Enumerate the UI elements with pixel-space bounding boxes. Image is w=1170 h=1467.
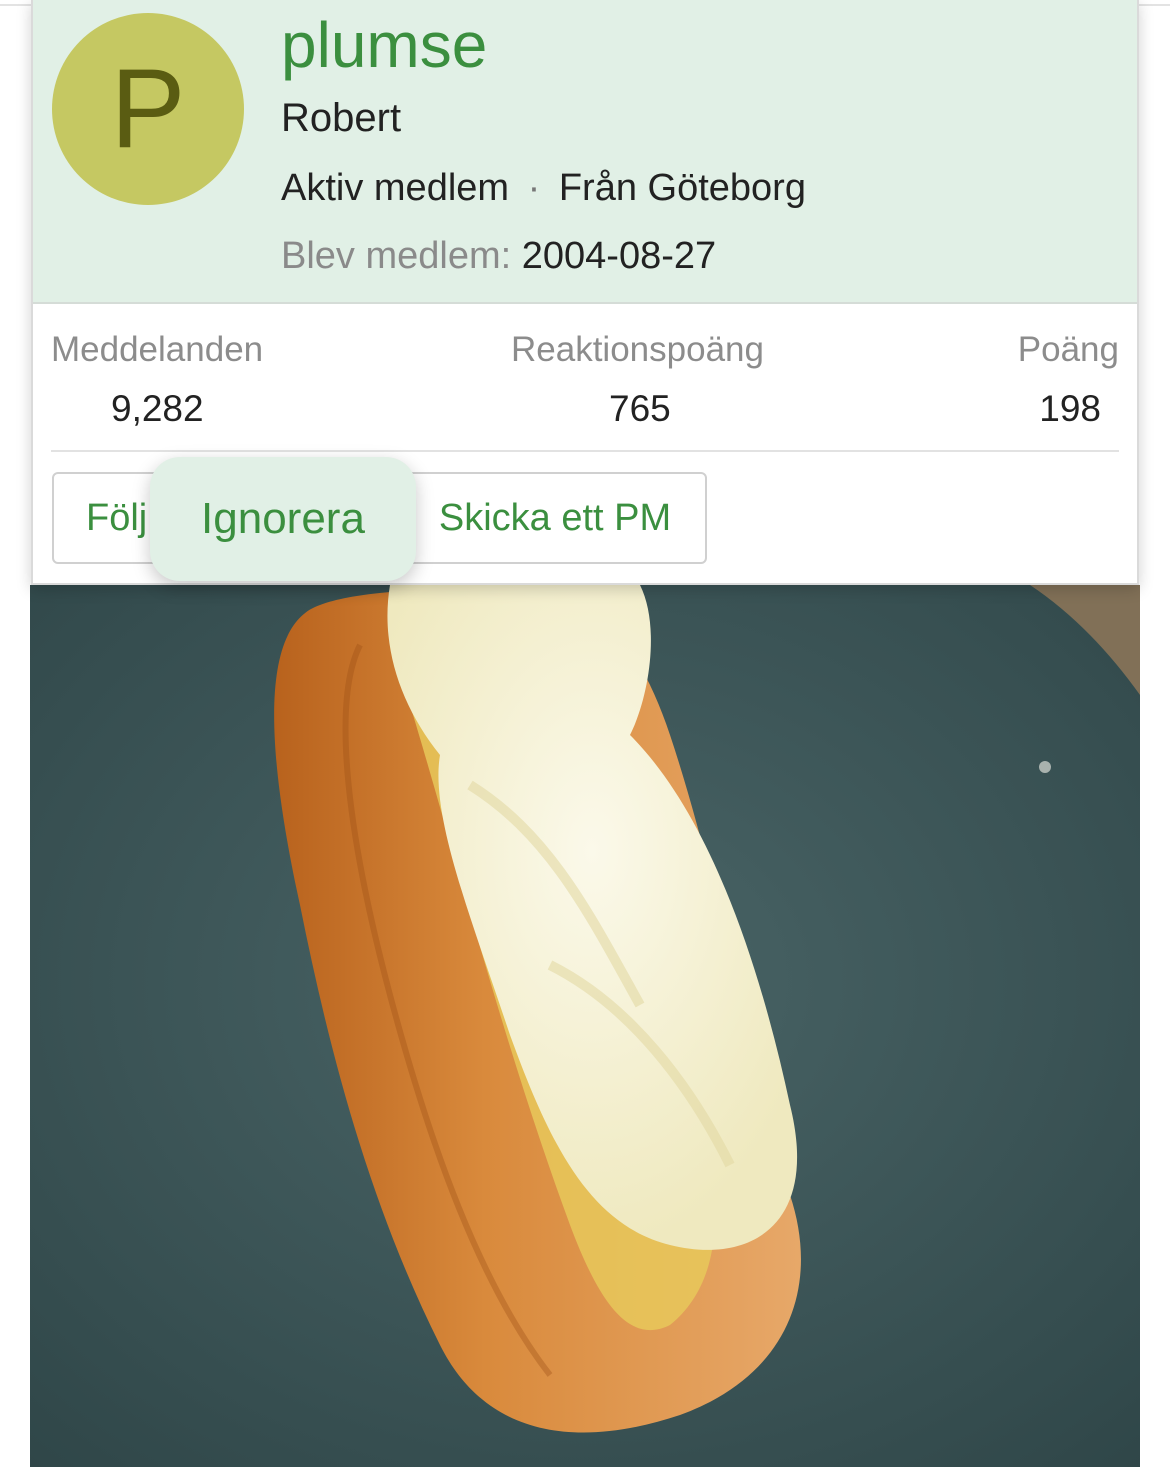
member-stats: Meddelanden 9,282 Reaktionspoäng 765 Poä… <box>51 330 1119 452</box>
separator: · <box>527 167 541 209</box>
stat-points: Poäng 198 <box>1018 330 1119 430</box>
member-card: P plumse Robert Aktiv medlem · Från Göte… <box>31 0 1139 585</box>
avatar-letter: P <box>110 46 186 171</box>
pastry-photo-image <box>30 585 1140 1467</box>
stat-label: Poäng <box>1017 330 1119 369</box>
member-location: Från Göteborg <box>558 167 806 209</box>
stat-label: Reaktionspoäng <box>511 330 764 369</box>
joined-line: Blev medlem: 2004-08-27 <box>281 235 716 278</box>
username-link[interactable]: plumse <box>281 10 487 81</box>
joined-label: Blev medlem: <box>281 235 512 277</box>
stat-label: Meddelanden <box>51 330 264 369</box>
joined-date: 2004-08-27 <box>521 235 717 277</box>
avatar[interactable]: P <box>52 13 244 205</box>
stat-reaction-score: Reaktionspoäng 765 <box>511 330 764 430</box>
member-status-line: Aktiv medlem · Från Göteborg <box>281 167 806 210</box>
stat-value: 765 <box>609 388 671 429</box>
real-name: Robert <box>281 96 402 140</box>
member-role: Aktiv medlem <box>281 167 510 209</box>
member-card-header: P plumse Robert Aktiv medlem · Från Göte… <box>33 0 1137 304</box>
send-pm-button[interactable]: Skicka ett PM <box>403 472 707 564</box>
page: P plumse Robert Aktiv medlem · Från Göte… <box>0 0 1170 1467</box>
stat-value: 198 <box>1039 388 1101 429</box>
stat-messages: Meddelanden 9,282 <box>51 330 263 430</box>
post-photo[interactable] <box>30 585 1140 1467</box>
stat-value: 9,282 <box>111 388 204 429</box>
ignore-button[interactable]: Ignorera <box>150 457 416 581</box>
